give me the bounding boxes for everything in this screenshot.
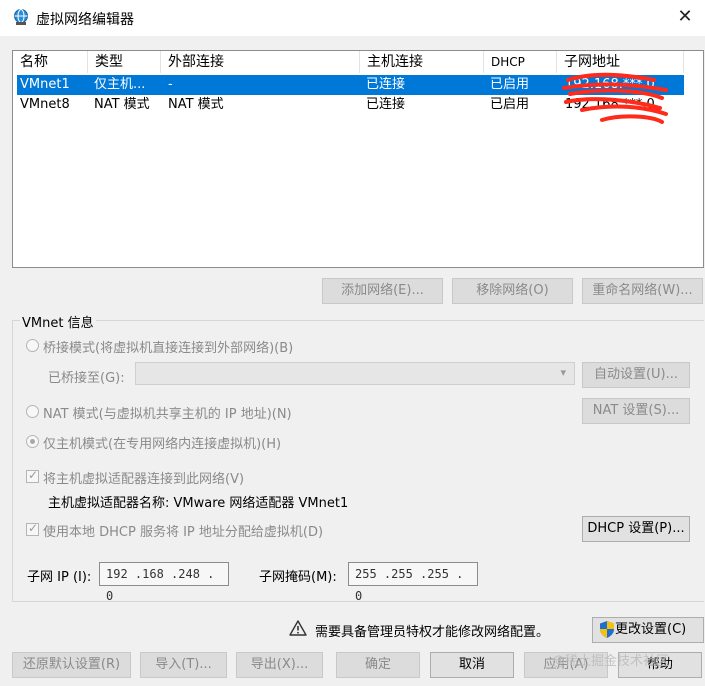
watermark: @稀土掘金技术社区 bbox=[552, 654, 670, 669]
cell-type: NAT 模式 bbox=[94, 97, 150, 112]
add-network-button[interactable]: 添加网络(E)... bbox=[322, 278, 443, 304]
ok-button[interactable]: 确定 bbox=[336, 652, 420, 678]
admin-required-message: 需要具备管理员特权才能修改网络配置。 bbox=[315, 625, 550, 640]
network-list[interactable]: 名称 类型 外部连接 主机连接 DHCP 子网地址 VMnet1 仅主机... … bbox=[12, 50, 704, 268]
remove-network-button[interactable]: 移除网络(O) bbox=[452, 278, 573, 304]
cancel-button[interactable]: 取消 bbox=[430, 652, 514, 678]
cell-external: - bbox=[168, 77, 173, 92]
uac-shield-icon bbox=[600, 621, 614, 638]
column-header-name[interactable]: 名称 bbox=[13, 51, 88, 73]
subnet-ip-label: 子网 IP (I): bbox=[27, 570, 92, 585]
vmnet-info-title: VMnet 信息 bbox=[20, 312, 96, 331]
close-button[interactable]: ✕ bbox=[665, 0, 705, 36]
window-title: 虚拟网络编辑器 bbox=[36, 12, 134, 28]
nat-mode-label: NAT 模式(与虚拟机共享主机的 IP 地址)(N) bbox=[43, 407, 292, 422]
bridged-mode-radio[interactable] bbox=[26, 339, 39, 352]
host-only-label: 仅主机模式(在专用网络内连接虚拟机)(H) bbox=[43, 437, 282, 452]
network-globe-icon bbox=[14, 9, 28, 25]
rename-network-button[interactable]: 重命名网络(W)... bbox=[582, 278, 703, 304]
column-header-subnet[interactable]: 子网地址 bbox=[557, 51, 684, 73]
dhcp-checkbox[interactable] bbox=[26, 521, 39, 536]
nat-mode-radio[interactable] bbox=[26, 405, 39, 418]
table-row-vmnet8[interactable]: VMnet8 NAT 模式 NAT 模式 已连接 已启用 192.168.***… bbox=[17, 95, 684, 115]
auto-settings-button[interactable]: 自动设置(U)... bbox=[582, 362, 690, 388]
title-bar: 虚拟网络编辑器 ✕ bbox=[0, 0, 705, 36]
bridged-to-label: 已桥接至(G): bbox=[48, 371, 125, 386]
list-header: 名称 类型 外部连接 主机连接 DHCP 子网地址 bbox=[13, 51, 703, 73]
chevron-down-icon: ▾ bbox=[560, 366, 566, 379]
subnet-mask-input[interactable]: 255 .255 .255 . 0 bbox=[348, 562, 478, 603]
change-settings-label: 更改设置(C) bbox=[615, 622, 687, 637]
cell-name: VMnet8 bbox=[20, 97, 70, 112]
cell-subnet: 192.168.***.0 bbox=[565, 77, 655, 92]
host-only-radio[interactable] bbox=[26, 435, 39, 448]
cell-subnet: 192.168.***.0 bbox=[565, 97, 655, 112]
dhcp-label: 使用本地 DHCP 服务将 IP 地址分配给虚拟机(D) bbox=[43, 525, 324, 540]
adapter-name-label: 主机虚拟适配器名称: VMware 网络适配器 VMnet1 bbox=[48, 496, 349, 511]
cell-host: 已连接 bbox=[366, 77, 406, 92]
table-row-vmnet1[interactable]: VMnet1 仅主机... - 已连接 已启用 192.168.***.0 bbox=[17, 75, 684, 95]
cell-name: VMnet1 bbox=[20, 77, 70, 92]
connect-adapter-checkbox[interactable] bbox=[26, 468, 39, 483]
cell-dhcp: 已启用 bbox=[490, 77, 530, 92]
export-button[interactable]: 导出(X)... bbox=[236, 652, 323, 678]
column-header-host[interactable]: 主机连接 bbox=[360, 51, 484, 73]
bridged-mode-label: 桥接模式(将虚拟机直接连接到外部网络)(B) bbox=[43, 341, 294, 356]
dhcp-settings-button[interactable]: DHCP 设置(P)... bbox=[582, 516, 690, 542]
bridged-to-select[interactable]: ▾ bbox=[135, 362, 575, 385]
cell-host: 已连接 bbox=[366, 97, 406, 112]
cell-type: 仅主机... bbox=[94, 77, 146, 92]
restore-defaults-button[interactable]: 还原默认设置(R) bbox=[12, 652, 131, 678]
warning-icon bbox=[289, 620, 307, 636]
nat-settings-button[interactable]: NAT 设置(S)... bbox=[582, 398, 690, 424]
column-header-dhcp[interactable]: DHCP bbox=[484, 51, 557, 73]
connect-adapter-label: 将主机虚拟适配器连接到此网络(V) bbox=[43, 472, 245, 487]
subnet-mask-label: 子网掩码(M): bbox=[259, 570, 337, 585]
import-button[interactable]: 导入(T)... bbox=[140, 652, 227, 678]
cell-dhcp: 已启用 bbox=[490, 97, 530, 112]
cell-external: NAT 模式 bbox=[168, 97, 224, 112]
subnet-ip-input[interactable]: 192 .168 .248 . 0 bbox=[99, 562, 229, 603]
column-header-external[interactable]: 外部连接 bbox=[161, 51, 360, 73]
column-header-type[interactable]: 类型 bbox=[88, 51, 161, 73]
